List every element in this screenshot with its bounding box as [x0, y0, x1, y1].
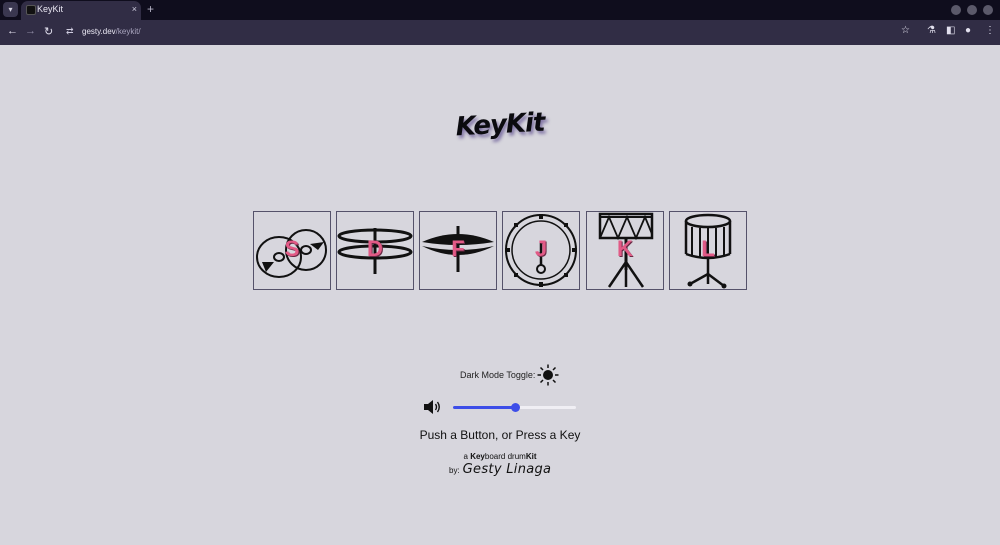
pad-k-tom-drum[interactable]: K — [586, 211, 664, 290]
pad-f-crash-cymbal[interactable]: F — [419, 211, 497, 290]
browser-tab-bar: ▾ KeyKit × + — [0, 0, 1000, 20]
volume-slider[interactable] — [453, 403, 576, 412]
close-window-button[interactable] — [983, 5, 993, 15]
close-tab-icon[interactable]: × — [132, 4, 137, 14]
url-path: /keykit/ — [115, 27, 141, 36]
author-name: Gesty Linaga — [462, 462, 552, 477]
menu-dots-icon[interactable]: ⋮ — [985, 25, 995, 36]
pad-d-closed-hi-hat[interactable]: D — [336, 211, 414, 290]
pad-s-hi-hat[interactable]: S — [253, 211, 331, 290]
tab-keykit[interactable]: KeyKit × — [21, 1, 141, 20]
dark-mode-label: Dark Mode Toggle: — [460, 370, 536, 380]
labs-flask-icon[interactable]: ⚗ — [927, 25, 936, 36]
credit-kit: Kit — [525, 452, 537, 461]
pad-key-label: F — [451, 236, 465, 261]
side-panel-icon[interactable]: ◧ — [946, 25, 955, 36]
pad-key-label: J — [534, 236, 548, 261]
pad-l-snare-drum[interactable]: L — [669, 211, 747, 290]
address-bar: ← → ↻ ⇄ gesty.dev/keykit/ ☆ ⚗ ◧ ● ⋮ — [0, 20, 1000, 45]
volume-fill — [453, 406, 515, 409]
volume-thumb[interactable] — [510, 403, 520, 412]
dark-mode-toggle[interactable] — [537, 364, 559, 386]
pad-key-label: S — [284, 236, 300, 261]
byline: by: Gesty Linaga — [449, 462, 551, 477]
minimize-button[interactable] — [951, 5, 961, 15]
instruction-text: Push a Button, or Press a Key — [419, 428, 581, 442]
new-tab-button[interactable]: + — [147, 2, 154, 16]
credit-board: board drum — [484, 452, 526, 461]
reload-icon[interactable]: ↻ — [44, 25, 53, 38]
credit-key: Key — [470, 452, 485, 461]
url-field[interactable]: gesty.dev/keykit/ — [82, 27, 141, 36]
site-info-icon[interactable]: ⇄ — [66, 26, 74, 37]
bookmark-star-icon[interactable]: ☆ — [901, 25, 910, 36]
pad-key-label: L — [701, 236, 715, 261]
url-host: gesty.dev — [82, 27, 116, 36]
tab-title: KeyKit — [37, 4, 64, 14]
by-label: by: — [449, 466, 460, 475]
forward-arrow-icon[interactable]: → — [25, 25, 36, 37]
pad-key-label: D — [367, 236, 383, 261]
favicon-icon — [26, 5, 36, 15]
keykit-logo: KeyKit — [454, 107, 546, 143]
tab-search-icon[interactable]: ▾ — [3, 2, 18, 17]
back-arrow-icon[interactable]: ← — [7, 25, 18, 37]
maximize-button[interactable] — [967, 5, 977, 15]
credit-a: a — [463, 452, 468, 461]
pad-j-kick-drum[interactable]: J — [502, 211, 580, 290]
pad-key-label: K — [617, 236, 633, 261]
credit-line: a Keyboard drumKit — [0, 452, 1000, 461]
sun-icon — [537, 364, 559, 386]
profile-icon[interactable]: ● — [965, 25, 971, 36]
volume-icon[interactable] — [423, 399, 443, 415]
